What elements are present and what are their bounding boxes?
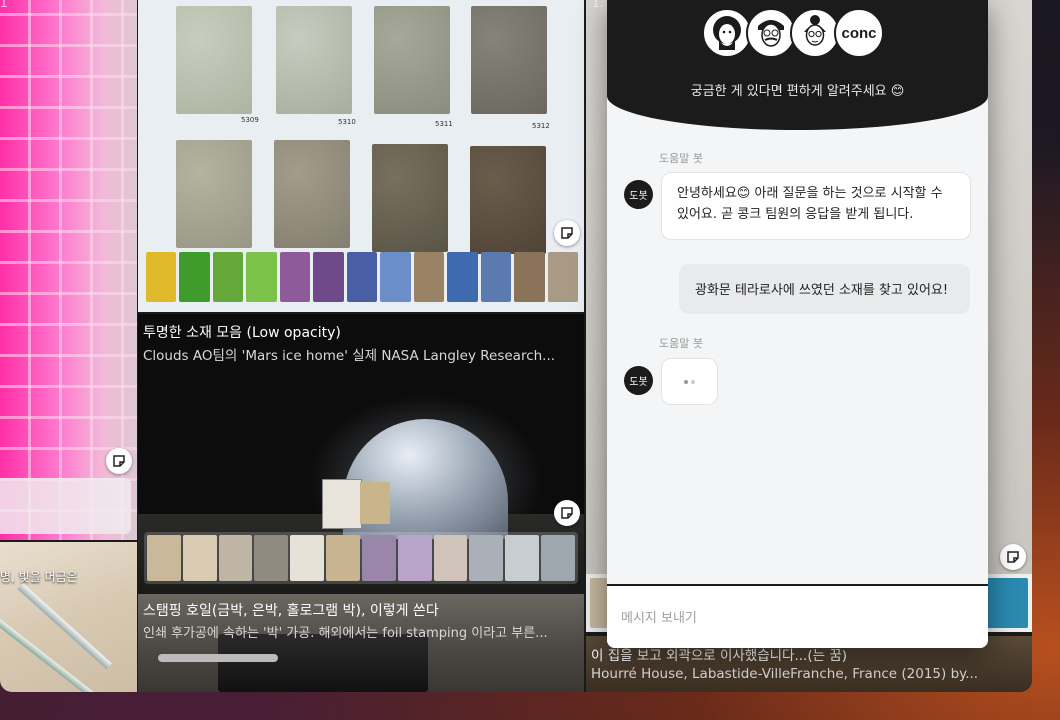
typing-dot — [684, 379, 688, 384]
conc-logo-text: conc — [841, 24, 877, 42]
bot-name-label: 도움말 봇 — [659, 337, 703, 350]
pin-tubes[interactable]: 명, 빛을 머금은 — [0, 542, 137, 692]
save-note-icon[interactable] — [1000, 544, 1026, 570]
pin-title: 투명한 소재 모음 (Low opacity) — [143, 325, 341, 341]
save-note-icon[interactable] — [554, 500, 580, 526]
bot-avatar: 도봇 — [624, 180, 653, 209]
chat-subtitle: 궁금한 게 있다면 편하게 알려주세요 😊 — [690, 84, 905, 99]
pin-description: 인쇄 후가공에 속하는 '박' 가공. 해외에서는 foil stamping … — [143, 626, 548, 641]
pin-caption: 명, 빛을 머금은 — [0, 570, 78, 584]
save-note-icon[interactable] — [554, 220, 580, 246]
message-text: 있어요. 곧 콩크 팀원의 응답을 받게 됩니다. — [677, 207, 914, 223]
pin-low-opacity[interactable]: 투명한 소재 모음 (Low opacity) Clouds AO팀의 'Mar… — [138, 314, 584, 592]
rod-image — [158, 654, 278, 662]
pin-glass-block[interactable]: 1 — [0, 0, 137, 540]
thumbnail-strip — [144, 532, 578, 584]
swatch-image — [274, 140, 350, 248]
swatch-image — [276, 6, 352, 114]
message-input[interactable] — [621, 606, 971, 630]
message-text: 광화문 테라로사에 쓰였던 소재를 찾고 있어요! — [695, 283, 949, 298]
box-image — [322, 479, 362, 529]
message-text: 안녕하세요😊 아래 질문을 하는 것으로 시작할 수 — [677, 186, 943, 201]
chat-input-area — [607, 584, 988, 648]
pin-caption-overlay — [0, 478, 131, 534]
bot-message-bubble: 안녕하세요😊 아래 질문을 하는 것으로 시작할 수 있어요. 곧 콩크 팀원의… — [661, 172, 971, 240]
pin-caption: 1 — [0, 0, 8, 10]
swatch-image — [470, 146, 546, 254]
chat-header: conc 궁금한 게 있다면 편하게 알려주세요 😊 — [607, 0, 988, 130]
team-member-avatar — [702, 8, 752, 58]
swatch-image — [372, 144, 448, 252]
conc-logo-avatar: conc — [834, 8, 884, 58]
typing-indicator — [661, 358, 718, 405]
machine-image — [218, 634, 428, 692]
team-member-avatar — [790, 8, 840, 58]
pin-terrazzo-swatches[interactable]: 5309 5310 5311 5312 — [138, 0, 584, 312]
bot-avatar: 도봇 — [624, 366, 653, 395]
typing-dot — [691, 379, 695, 384]
pin-description: Hourré House, Labastide-VilleFranche, Fr… — [591, 666, 979, 682]
swatch-code: 5309 — [241, 116, 259, 124]
swatch-image — [471, 6, 547, 114]
box-image — [360, 482, 390, 524]
save-note-icon[interactable] — [106, 448, 132, 474]
pin-caption: 1. — [592, 0, 604, 10]
swatch-code: 5312 — [532, 122, 550, 130]
swatch-image — [374, 6, 450, 114]
pin-title: 스탬핑 호일(금박, 은박, 홀로그램 박), 이렇게 쓴다 — [143, 603, 439, 619]
pin-foil-stamping[interactable]: 스탬핑 호일(금박, 은박, 홀로그램 박), 이렇게 쓴다 인쇄 후가공에 속… — [138, 594, 584, 692]
swatch-code: 5311 — [435, 120, 453, 128]
team-member-avatar — [746, 8, 796, 58]
chat-widget: conc 궁금한 게 있다면 편하게 알려주세요 😊 도움말 봇 도봇 안녕하세… — [607, 0, 988, 648]
user-message-bubble: 광화문 테라로사에 쓰였던 소재를 찾고 있어요! — [679, 264, 970, 314]
tube-image — [17, 583, 112, 670]
tube-image — [0, 612, 95, 692]
team-avatars: conc — [702, 8, 884, 58]
swatch-code: 5310 — [338, 118, 356, 126]
swatch-image — [176, 140, 252, 248]
bot-name-label: 도움말 봇 — [659, 152, 703, 165]
color-chip-strip — [146, 252, 579, 302]
swatch-image — [176, 6, 252, 114]
pin-description: Clouds AO팀의 'Mars ice home' 실제 NASA Lang… — [143, 348, 556, 364]
